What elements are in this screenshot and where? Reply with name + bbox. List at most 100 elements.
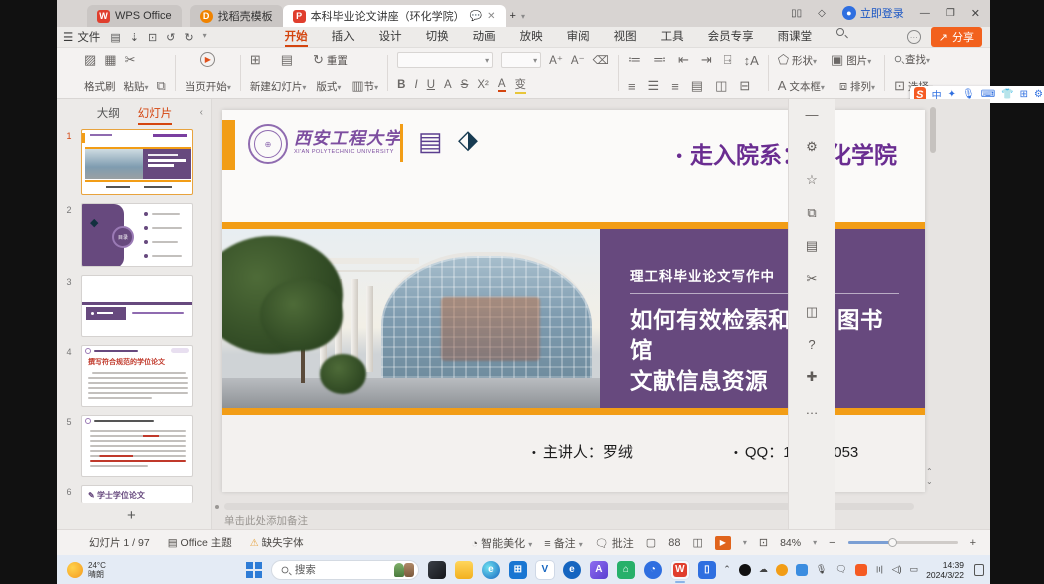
settings-icon[interactable]: ⚙ [1034,89,1043,100]
wifi-icon[interactable]: 〣 [875,563,884,576]
chevron-down-icon[interactable]: ▾ [203,31,207,44]
menu-home[interactable]: 开始 [285,28,308,47]
play-icon[interactable]: ▶ [200,52,215,67]
tab-docer-templates[interactable]: D 找稻壳模板 [190,5,283,27]
clear-format-icon[interactable]: ⌫ [593,53,609,67]
textbox-button[interactable]: A 文本框▾ [778,78,825,94]
comments-button[interactable]: 🗨 批注 [595,535,634,551]
theme-label[interactable]: ▤ Office 主题 [168,535,232,550]
sync-icon[interactable] [776,564,788,576]
tab-slides[interactable]: 幻灯片 [138,105,173,125]
decrease-font-icon[interactable]: A⁻ [571,53,585,67]
fit-slide-icon[interactable]: ⊡ [759,536,768,549]
layout-button[interactable]: 版式▾ [316,79,341,94]
share-button[interactable]: ↗ 分享 [931,27,982,47]
new-tab-button[interactable]: + ▾ [506,5,529,27]
qq-icon[interactable] [739,564,751,576]
beautify-button[interactable]: ◔ 智能美化 ▾ [471,535,532,551]
slide-thumbnail-4[interactable]: 撰写符合规范的学位论文 [81,345,193,407]
format-painter-icon[interactable]: ▨ [84,52,96,68]
menu-animation[interactable]: 动画 [473,28,496,47]
file-explorer-icon[interactable] [428,561,446,579]
paste-icon[interactable]: ▦ [104,52,116,68]
screenshot-tool-icon[interactable] [796,564,808,576]
collapse-panel-icon[interactable]: ‹ [200,107,203,118]
line-spacing-icon[interactable]: ↕A [744,53,759,68]
notification-center-icon[interactable] [974,564,984,576]
toolbox-icon[interactable]: ⊞ [1020,89,1028,100]
slide-thumbnail-3[interactable] [81,275,193,337]
slide-thumbnail-5[interactable] [81,415,193,477]
underline-button[interactable]: U [427,79,435,91]
tools-icon[interactable]: ✂ [804,271,820,287]
e-browser-icon[interactable]: e [563,561,581,579]
sogou-tray-icon[interactable] [855,564,867,576]
purple-title-panel[interactable]: 理工科毕业论文写作中 如何有效检索和利用图书馆 文献信息资源 [600,229,925,408]
superscript-button[interactable]: X² [477,79,489,91]
media-panel-icon[interactable]: ◫ [804,304,820,320]
tray-expand-icon[interactable]: ⌃ [723,564,731,575]
start-button[interactable] [246,562,262,578]
tab-current-document[interactable]: P 本科毕业论文讲座（环化学院） 💬 ✕ [283,5,506,27]
vertical-scrollbar[interactable] [929,101,937,527]
tray-mic-icon[interactable]: 🎙 [816,564,827,575]
weather-widget[interactable]: 24°C晴朗 [67,561,106,579]
login-button[interactable]: ● 立即登录 [842,5,904,21]
phone-link-icon[interactable]: ▯ [698,561,716,579]
battery-icon[interactable]: ▭ [910,564,919,575]
zoom-out-button[interactable]: − [829,537,835,549]
new-slide-button[interactable]: 新建幻灯片▾ [250,79,307,94]
view-sorter-icon[interactable]: 88 [668,537,680,549]
stereo-icon[interactable]: ◇ [818,8,826,19]
slide-header-title[interactable]: •走入院系：环化学院 [676,136,897,170]
menu-slideshow[interactable]: 放映 [520,28,543,47]
highlight-button[interactable]: 变 [515,76,527,94]
chevron-down-icon[interactable]: ▾ [743,538,747,547]
format-painter-button[interactable]: 格式刷 [84,79,116,94]
char-spacing-button[interactable]: A [444,79,452,91]
campus-building-photo[interactable] [222,229,600,408]
slideshow-button[interactable]: ▶ [715,536,731,550]
maximize-button[interactable]: ❐ [946,8,955,19]
redo-icon[interactable]: ↻ [184,31,193,44]
font-color-button[interactable]: A [498,78,506,92]
store-icon[interactable]: ⊞ [509,561,527,579]
skin-panel-icon[interactable]: ✚ [804,369,820,385]
menu-review[interactable]: 审阅 [567,28,590,47]
align-center-icon[interactable]: ☰ [648,78,660,94]
find-button[interactable]: 查找▾ [894,52,930,67]
picture-button[interactable]: ▣ 图片▾ [831,52,871,68]
skin-icon[interactable]: 👕 [1001,89,1013,100]
chart-edit-icon[interactable]: ▤ [804,238,820,254]
cloud-icon[interactable]: ☁ [759,564,768,575]
favorites-icon[interactable]: ☆ [804,172,820,188]
play-from-current-button[interactable]: 当页开始▾ [185,79,231,94]
cut-icon[interactable]: ✂ [125,52,136,68]
close-button[interactable]: ✕ [971,7,980,20]
bold-button[interactable]: B [397,79,405,91]
view-reading-icon[interactable]: ◫ [692,536,702,549]
undo-icon[interactable]: ↺ [166,31,175,44]
tab-wps-home[interactable]: W WPS Office [87,5,182,27]
prev-slide-icon[interactable]: ⌃ [926,467,933,477]
tray-message-icon[interactable]: 🗨 [835,564,846,575]
help-icon[interactable]: ? [804,337,820,352]
strikethrough-button[interactable]: S [461,79,469,91]
slide-thumbnail-6[interactable]: ✎ 学士学位论文 [81,485,193,503]
layers-icon[interactable]: ⧉ [804,205,820,221]
comment-bubble-icon[interactable]: 💬 [470,11,482,22]
align-right-icon[interactable]: ≡ [671,79,679,94]
collapse-strip-icon[interactable]: — [804,107,820,122]
smartart-icon[interactable]: ⊟ [739,78,750,94]
notes-placeholder[interactable]: 单击此处添加备注 [224,513,308,528]
message-icon[interactable]: ··· [907,30,921,44]
splitview-icon[interactable]: ▯▯ [791,8,802,19]
print-icon[interactable]: ⊡ [148,31,157,44]
font-family-select[interactable]: ▾ [397,52,493,68]
arrange-button[interactable]: ⧈ 排列▾ [839,78,875,94]
blue-circle-app-icon[interactable]: ◔ [644,561,662,579]
search-icon[interactable] [836,28,844,36]
menu-view[interactable]: 视图 [614,28,637,47]
zoom-slider[interactable] [848,541,958,544]
green-bag-app-icon[interactable]: ⌂ [617,561,635,579]
